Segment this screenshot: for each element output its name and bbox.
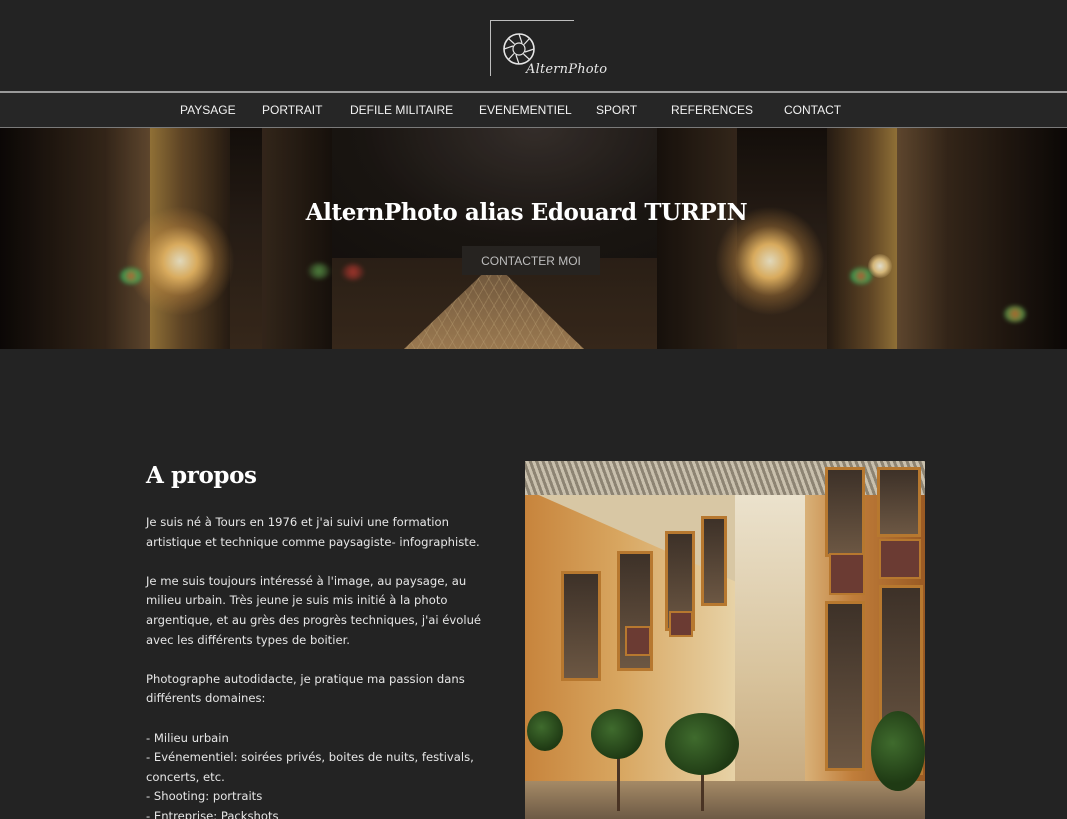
photo-panel	[669, 611, 693, 637]
photo-panel	[879, 539, 921, 579]
about-paragraph: Je me suis toujours intéressé à l'image,…	[146, 573, 482, 647]
nav-item-sport[interactable]: SPORT	[596, 103, 637, 117]
photo-tree	[871, 711, 925, 791]
main-nav: PAYSAGE PORTRAIT DEFILE MILITAIRE EVENEM…	[0, 91, 1067, 128]
photo-tree	[665, 713, 739, 775]
photo-tree	[591, 709, 643, 759]
nav-item-evenementiel[interactable]: EVENEMENTIEL	[479, 103, 572, 117]
about-list: - Milieu urbain - Evénementiel: soirées …	[146, 729, 496, 819]
about-photo	[525, 461, 925, 819]
hero-title: AlternPhoto alias Edouard TURPIN	[305, 199, 748, 226]
contact-me-button[interactable]: CONTACTER MOI	[462, 246, 600, 275]
about-paragraph: Photographe autodidacte, je pratique ma …	[146, 671, 465, 706]
about-list-item: - Entreprise: Packshots	[146, 808, 279, 819]
site-header: AlternPhoto	[0, 0, 1067, 91]
logo-text: AlternPhoto	[526, 62, 608, 77]
photo-panel	[625, 626, 651, 656]
about-paragraph: Je suis né à Tours en 1976 et j'ai suivi…	[146, 515, 480, 549]
photo-gallery-depth	[735, 461, 805, 819]
photo-glass-roof	[525, 461, 925, 495]
nav-item-references[interactable]: REFERENCES	[671, 103, 753, 117]
about-text: Je suis né à Tours en 1976 et j'ai suivi…	[146, 513, 496, 819]
hero-banner: AlternPhoto alias Edouard TURPIN CONTACT…	[0, 128, 1067, 349]
nav-item-paysage[interactable]: PAYSAGE	[180, 103, 236, 117]
about-list-item: - Milieu urbain	[146, 730, 229, 745]
photo-panel	[829, 553, 865, 595]
camera-shutter-icon	[503, 33, 535, 65]
about-title: A propos	[146, 462, 257, 489]
photo-window	[877, 467, 921, 537]
photo-floor	[525, 781, 925, 819]
nav-item-portrait[interactable]: PORTRAIT	[262, 103, 322, 117]
photo-window	[825, 467, 865, 557]
about-list-item: - Evénementiel: soirées privés, boites d…	[146, 750, 474, 784]
hero-overlay	[0, 128, 1067, 349]
photo-window	[701, 516, 727, 606]
about-list-item: - Shooting: portraits	[146, 789, 263, 804]
photo-window	[825, 601, 865, 771]
photo-window	[561, 571, 601, 681]
nav-item-defile-militaire[interactable]: DEFILE MILITAIRE	[350, 103, 453, 117]
photo-tree	[527, 711, 563, 751]
about-section: A propos Je suis né à Tours en 1976 et j…	[146, 462, 496, 819]
nav-item-contact[interactable]: CONTACT	[784, 103, 841, 117]
site-logo[interactable]: AlternPhoto	[488, 18, 616, 84]
